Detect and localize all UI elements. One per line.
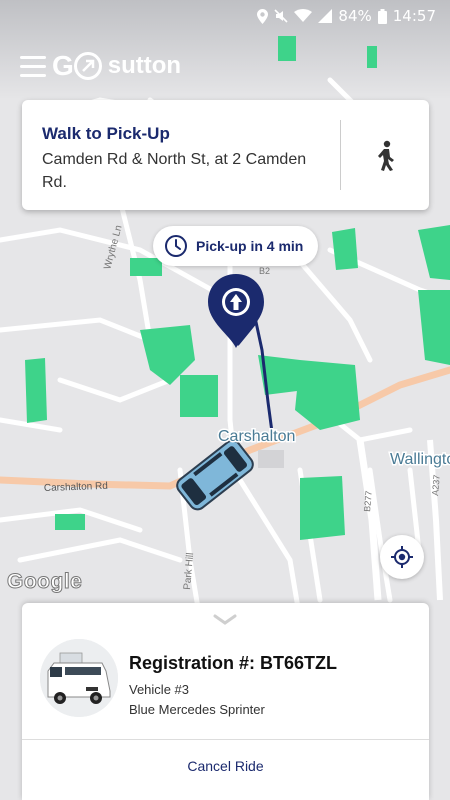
van-image-icon bbox=[40, 639, 118, 717]
walk-card-address: Camden Rd & North St, at 2 Camden Rd. bbox=[42, 151, 307, 191]
mute-icon bbox=[274, 9, 288, 23]
my-location-button[interactable] bbox=[380, 535, 424, 579]
location-icon bbox=[257, 8, 269, 24]
pickup-eta-text: Pick-up in 4 min bbox=[196, 238, 304, 254]
walk-card-divider bbox=[340, 120, 341, 190]
battery-percent: 84% bbox=[338, 7, 372, 25]
map-label-wallington: Wallington bbox=[390, 451, 450, 468]
map-label-b277: B277 bbox=[362, 490, 374, 512]
map-label-carshalton: Carshalton bbox=[218, 428, 295, 445]
status-icons: 84% 14:57 bbox=[257, 7, 436, 25]
ride-details-panel: Registration #: BT66TZL Vehicle #3 Blue … bbox=[22, 603, 429, 800]
app-header: G sutton bbox=[0, 40, 450, 96]
wifi-icon bbox=[294, 9, 313, 22]
map-label-a237: A237 bbox=[430, 474, 442, 496]
logo-letter: G bbox=[52, 50, 74, 81]
cancel-ride-button[interactable]: Cancel Ride bbox=[22, 740, 429, 800]
registration-number: Registration #: BT66TZL bbox=[129, 653, 338, 673]
clock-time: 14:57 bbox=[392, 7, 436, 25]
building bbox=[258, 450, 284, 468]
status-bar: 84% 14:57 bbox=[0, 0, 450, 32]
menu-icon[interactable] bbox=[20, 56, 46, 78]
vehicle-avatar bbox=[40, 639, 118, 717]
cancel-ride-label: Cancel Ride bbox=[187, 758, 264, 774]
google-attribution[interactable]: Google bbox=[6, 570, 82, 594]
clock-icon bbox=[165, 235, 187, 257]
walk-to-pickup-card[interactable]: Walk to Pick-Up Camden Rd & North St, at… bbox=[22, 100, 429, 210]
walk-card-title: Walk to Pick-Up bbox=[42, 124, 170, 143]
logo-text: sutton bbox=[107, 52, 182, 79]
battery-icon bbox=[377, 8, 387, 24]
logo-arrow-icon bbox=[73, 52, 102, 80]
app-screen: Carshalton Wallington Carshalton Rd Park… bbox=[0, 0, 450, 800]
app-logo: G sutton bbox=[52, 50, 181, 82]
vehicle-description: Blue Mercedes Sprinter bbox=[129, 702, 265, 717]
chevron-down-icon[interactable] bbox=[212, 613, 238, 627]
map-label-carshalton-rd: Carshalton Rd bbox=[44, 481, 108, 494]
pickup-eta-badge: Pick-up in 4 min bbox=[153, 226, 318, 266]
signal-icon bbox=[318, 9, 333, 23]
map-label-b2: B2 bbox=[259, 266, 270, 276]
walking-person-icon bbox=[378, 140, 394, 171]
vehicle-number: Vehicle #3 bbox=[129, 682, 189, 697]
crosshair-icon bbox=[391, 546, 413, 568]
